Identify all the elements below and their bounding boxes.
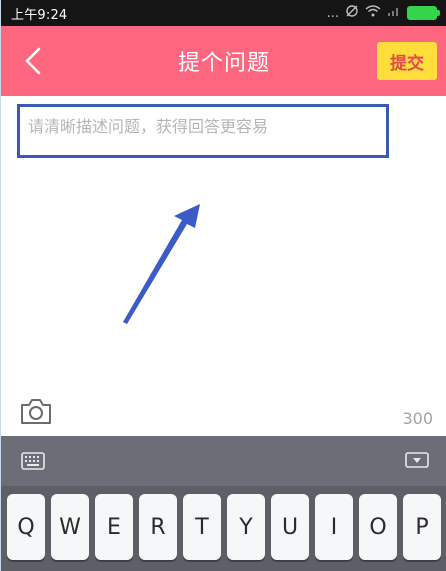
key-u[interactable]: U <box>271 494 309 560</box>
key-e[interactable]: E <box>95 494 133 560</box>
key-r[interactable]: R <box>139 494 177 560</box>
submit-button[interactable]: 提交 <box>377 42 437 80</box>
status-time: 上午9:24 <box>11 7 68 23</box>
keyboard-icon[interactable] <box>21 452 45 470</box>
key-y[interactable]: Y <box>227 494 265 560</box>
key-i[interactable]: I <box>315 494 353 560</box>
keyboard-toolbar <box>1 436 446 486</box>
wifi-icon <box>365 5 381 21</box>
soft-keyboard: Q W E R T Y U I O P <box>1 436 446 571</box>
key-p[interactable]: P <box>403 494 441 560</box>
camera-button[interactable] <box>19 396 53 426</box>
camera-icon <box>21 399 51 424</box>
key-w[interactable]: W <box>51 494 89 560</box>
hide-keyboard-icon[interactable] <box>405 452 429 472</box>
pointer-arrow-icon <box>123 204 200 324</box>
dots-icon: ... <box>326 5 339 21</box>
key-t[interactable]: T <box>183 494 221 560</box>
question-input[interactable] <box>17 104 389 158</box>
key-o[interactable]: O <box>359 494 397 560</box>
keyboard-row-top: Q W E R T Y U I O P <box>7 494 441 564</box>
screen: 上午9:24 ... 提个问题 提交 请清晰描述问题，获得回答更容易 300 Q… <box>0 0 446 571</box>
char-counter: 300 <box>402 409 433 428</box>
compose-area: 300 <box>1 96 446 436</box>
back-button[interactable] <box>13 41 53 81</box>
chevron-left-icon <box>25 47 41 75</box>
page-title: 提个问题 <box>177 51 270 76</box>
status-bar: 上午9:24 ... <box>1 0 446 26</box>
status-icons: ... <box>326 4 440 22</box>
battery-icon <box>407 6 440 20</box>
key-q[interactable]: Q <box>7 494 45 560</box>
signal-icon <box>387 5 401 21</box>
sync-icon <box>345 4 359 22</box>
app-header: 提个问题 提交 <box>1 26 446 96</box>
